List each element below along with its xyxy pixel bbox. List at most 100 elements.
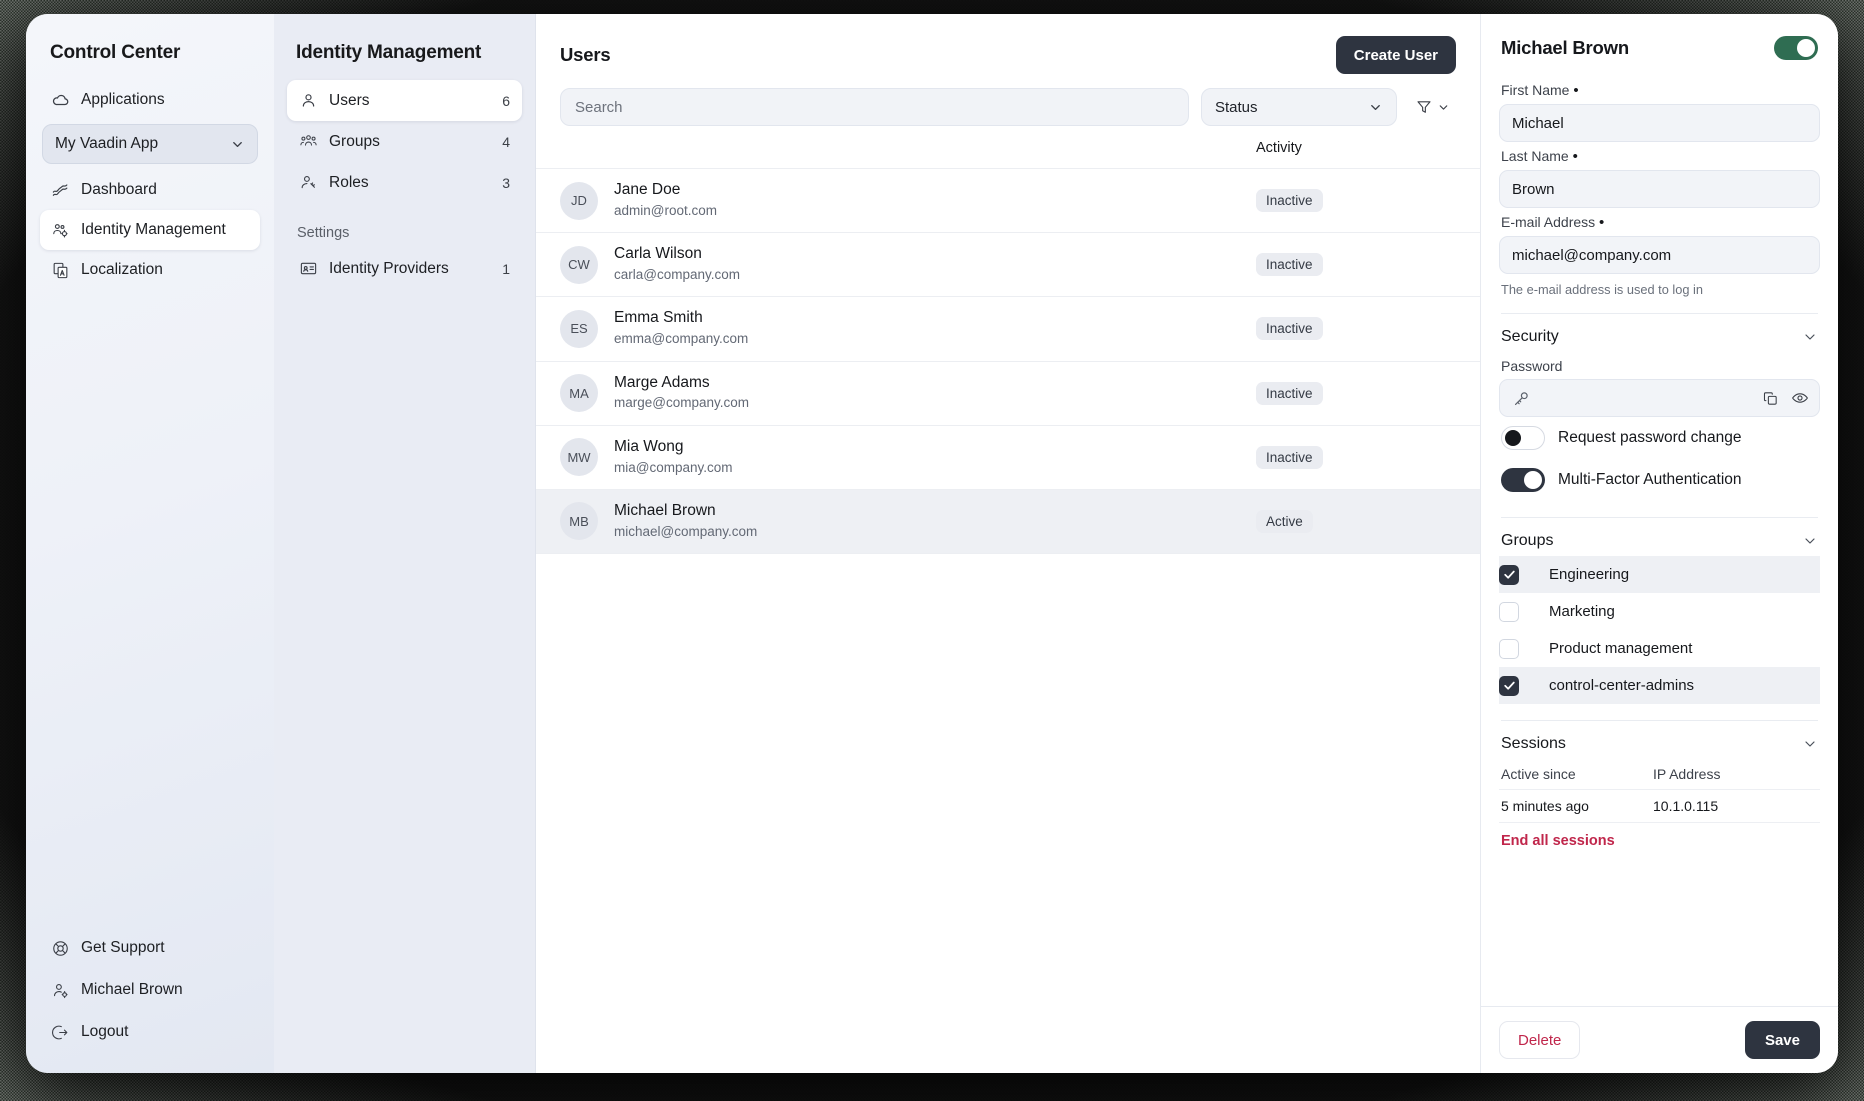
user-name: Mia Wong [614, 437, 684, 455]
nav-item-users[interactable]: Users 6 [287, 80, 522, 121]
table-row[interactable]: MW Mia Wong mia@company.com Inactive [536, 426, 1480, 490]
nav-item-label: Identity Providers [329, 259, 449, 277]
group-list-item[interactable]: Marketing [1499, 593, 1820, 630]
first-name-label: First Name • [1501, 82, 1579, 99]
table-row[interactable]: JD Jane Doe admin@root.com Inactive [536, 169, 1480, 234]
nav-item-count: 1 [502, 260, 510, 277]
search-input[interactable] [560, 88, 1189, 126]
sidebar-item-account[interactable]: Michael Brown [40, 969, 260, 1011]
sidebar-item-dashboard[interactable]: Dashboard [40, 170, 260, 210]
sidebar-item-logout[interactable]: Logout [40, 1011, 260, 1053]
user-email: emma@company.com [614, 331, 749, 347]
support-icon [51, 939, 70, 958]
status-filter-value: Status [1215, 98, 1258, 116]
sessions-section-header[interactable]: Sessions [1499, 731, 1820, 759]
toggle-knob [1524, 471, 1542, 489]
group-checkbox[interactable] [1499, 675, 1519, 696]
nav-item-groups[interactable]: Groups 4 [287, 121, 522, 162]
detail-footer: Delete Save [1481, 1006, 1838, 1073]
group-checkbox[interactable] [1499, 601, 1519, 622]
group-list-item[interactable]: control-center-admins [1499, 667, 1820, 704]
users-table-body: JD Jane Doe admin@root.com Inactive CW Carla … [536, 169, 1480, 555]
status-badge: Inactive [1256, 253, 1323, 277]
security-section-header[interactable]: Security [1499, 324, 1820, 352]
mfa-label: Multi-Factor Authentication [1558, 471, 1742, 488]
user-enabled-toggle[interactable] [1774, 36, 1818, 60]
status-filter-select[interactable]: Status [1201, 88, 1397, 126]
user-email: marge@company.com [614, 395, 749, 411]
logout-icon [51, 1023, 70, 1042]
chevron-down-icon [1802, 736, 1818, 752]
sidebar-footer: Get Support Michael Brown Logout [40, 927, 260, 1053]
chevron-down-icon [230, 137, 245, 152]
table-row[interactable]: MB Michael Brown michael@company.com Active [536, 489, 1480, 555]
security-section-title: Security [1501, 328, 1559, 345]
request-password-change-toggle[interactable] [1501, 426, 1545, 450]
page-title: Users [560, 44, 611, 65]
avatar: MW [560, 438, 598, 477]
app-selector[interactable]: My Vaadin App [42, 124, 258, 164]
user-email: michael@company.com [614, 523, 758, 539]
cloud-icon [51, 91, 70, 110]
sidebar-item-identity-management[interactable]: Identity Management [40, 210, 260, 250]
first-name-field[interactable] [1499, 104, 1820, 142]
filter-menu-button[interactable] [1409, 98, 1456, 116]
mfa-row[interactable]: Multi-Factor Authentication [1499, 459, 1820, 501]
email-field[interactable] [1499, 236, 1820, 274]
detail-header: Michael Brown [1499, 32, 1820, 76]
table-row[interactable]: MA Marge Adams marge@company.com Inactive [536, 362, 1480, 426]
group-checkbox[interactable] [1499, 564, 1519, 585]
status-badge: Inactive [1256, 189, 1323, 213]
save-button[interactable]: Save [1744, 1021, 1820, 1059]
avatar: MA [560, 374, 598, 413]
copy-icon[interactable] [1762, 390, 1779, 407]
group-list-item[interactable]: Product management [1499, 630, 1820, 667]
chevron-down-icon [1368, 100, 1383, 115]
table-row[interactable]: ES Emma Smith emma@company.com Inactive [536, 297, 1480, 362]
email-help-text: The e-mail address is used to log in [1501, 282, 1704, 297]
user-identity-cell: Emma Smith emma@company.com [614, 308, 1240, 349]
nav-item-count: 4 [502, 133, 510, 150]
password-field[interactable] [1499, 379, 1820, 417]
sidebar-item-applications[interactable]: Applications [40, 80, 260, 120]
chevron-down-icon [1802, 329, 1818, 345]
detail-user-name: Michael Brown [1501, 37, 1629, 58]
required-dot: • [1572, 148, 1578, 165]
last-name-field[interactable] [1499, 170, 1820, 208]
sidebar-item-localization[interactable]: Localization [40, 250, 260, 290]
table-row[interactable]: CW Carla Wilson carla@company.com Inactive [536, 233, 1480, 298]
create-user-button[interactable]: Create User [1335, 36, 1456, 74]
user-name: Carla Wilson [614, 245, 702, 263]
group-checkbox[interactable] [1499, 638, 1519, 659]
sessions-table-header: Active since IP Address [1499, 759, 1820, 789]
session-ip: 10.1.0.115 [1653, 798, 1719, 814]
sidebar-item-label: Localization [81, 261, 163, 278]
end-all-sessions-link[interactable]: End all sessions [1499, 822, 1820, 859]
nav-item-roles[interactable]: Roles 3 [287, 162, 522, 203]
user-activity-cell: Inactive [1256, 253, 1456, 277]
sidebar-item-label: Michael Brown [81, 981, 183, 998]
nav-item-count: 6 [502, 92, 510, 109]
user-name: Michael Brown [614, 501, 716, 519]
nav-item-label: Roles [329, 173, 369, 191]
user-detail-panel: Michael Brown First Name • Last Name • E… [1480, 14, 1838, 1073]
control-center-sidebar: Control Center Applications My Vaadin Ap… [26, 14, 274, 1073]
groups-section-header[interactable]: Groups [1499, 528, 1820, 556]
user-identity-cell: Marge Adams marge@company.com [614, 373, 1240, 414]
mfa-toggle[interactable] [1501, 468, 1545, 492]
app-window: Control Center Applications My Vaadin Ap… [26, 14, 1838, 1073]
users-view: Users Create User Status Acti [536, 14, 1480, 1073]
delete-button[interactable]: Delete [1499, 1021, 1581, 1059]
nav-item-identity-providers[interactable]: Identity Providers 1 [287, 248, 522, 289]
sidebar-item-get-support[interactable]: Get Support [40, 927, 260, 969]
eye-icon[interactable] [1791, 389, 1809, 407]
id-card-icon [299, 259, 318, 278]
user-activity-cell: Active [1256, 509, 1456, 533]
user-name: Emma Smith [614, 309, 703, 327]
user-identity-cell: Carla Wilson carla@company.com [614, 244, 1240, 285]
group-list-item[interactable]: Engineering [1499, 556, 1820, 593]
user-name: Marge Adams [614, 373, 710, 391]
user-identity-cell: Michael Brown michael@company.com [614, 501, 1240, 542]
request-password-change-row[interactable]: Request password change [1499, 417, 1820, 459]
